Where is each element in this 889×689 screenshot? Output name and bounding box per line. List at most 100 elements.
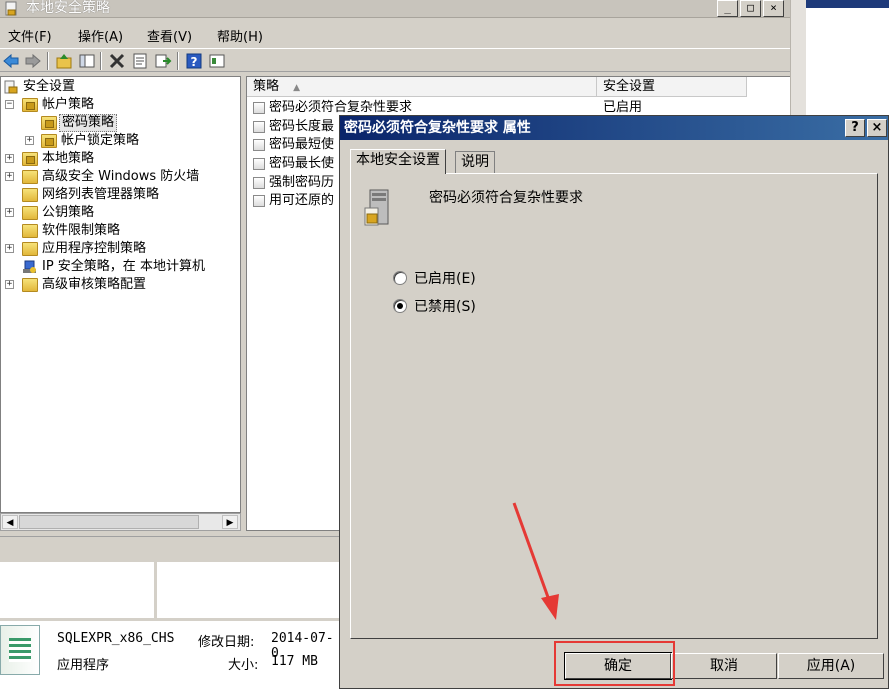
tree-label: 本地策略 (42, 151, 95, 166)
main-window-title: 本地安全策略 (26, 0, 110, 16)
help-icon[interactable]: ? (185, 52, 203, 70)
cancel-button[interactable]: 取消 (671, 653, 777, 679)
menu-bar: 文件(F) 操作(A) 查看(V) 帮助(H) (0, 22, 790, 45)
radio-enabled[interactable] (393, 271, 407, 285)
expand-icon[interactable]: + (5, 280, 14, 289)
dialog-title: 密码必须符合复杂性要求 属性 (344, 120, 531, 136)
folder-icon (22, 188, 38, 202)
size-label: 大小: (228, 658, 259, 673)
folder-icon (22, 224, 38, 238)
policy-icon (253, 121, 265, 133)
scroll-left-icon[interactable]: ◀ (2, 515, 18, 529)
folder-icon (22, 170, 38, 184)
toolbar-separator (47, 52, 49, 70)
collapse-icon[interactable]: − (5, 100, 14, 109)
folder-lock-icon (22, 152, 38, 166)
tree-label: 高级审核策略配置 (42, 277, 147, 292)
view-icon[interactable] (208, 52, 226, 70)
toolbar-separator (177, 52, 179, 70)
properties-dialog: 密码必须符合复杂性要求 属性 ? × 本地安全设置 说明 密码必须符合复杂性要求… (339, 115, 889, 689)
toolbar-separator (100, 52, 102, 70)
local-security-policy-app-icon (5, 1, 17, 16)
scroll-right-icon[interactable]: ▶ (222, 515, 238, 529)
modified-label: 修改日期: (198, 635, 255, 650)
menu-help[interactable]: 帮助(H) (217, 26, 263, 45)
show-hide-tree-icon[interactable] (78, 52, 96, 70)
security-policy-server-icon (364, 189, 389, 226)
background-window-titlebar (806, 0, 889, 8)
tree-label: 软件限制策略 (42, 223, 121, 238)
svg-text:?: ? (191, 55, 198, 69)
panel-divider (154, 562, 157, 618)
policy-name: 用可还原的 (269, 193, 335, 208)
explorer-details-panel: SQLEXPR_x86_CHS 修改日期: 2014-07-0 应用程序 大小:… (0, 562, 340, 689)
installer-file-icon[interactable] (0, 625, 40, 675)
toolbar: ? (0, 48, 790, 72)
apply-button[interactable]: 应用(A) (778, 653, 884, 679)
tab-panel (350, 173, 878, 639)
menu-view[interactable]: 查看(V) (147, 26, 192, 45)
tree-label: 安全设置 (23, 79, 76, 94)
security-settings-icon (4, 80, 18, 94)
policy-icon (253, 158, 265, 170)
dialog-title-bar[interactable]: 密码必须符合复杂性要求 属性 ? × (340, 116, 888, 140)
tree-label: 帐户锁定策略 (61, 133, 140, 148)
policy-name-label: 密码必须符合复杂性要求 (429, 190, 583, 206)
properties-icon[interactable] (131, 52, 149, 70)
expand-icon[interactable]: + (5, 244, 14, 253)
tree-label-selected: 密码策略 (59, 114, 118, 132)
folder-icon (22, 242, 38, 256)
radio-enabled-label[interactable]: 已启用(E) (414, 268, 476, 288)
policy-name: 密码长度最 (269, 119, 335, 134)
tree-label: 公钥策略 (42, 205, 95, 220)
tree-label: 高级安全 Windows 防火墙 (42, 169, 200, 184)
expand-icon[interactable]: + (25, 136, 34, 145)
folder-icon (22, 278, 38, 292)
column-header-policy[interactable]: 策略 ▲ (247, 77, 597, 97)
policy-icon (253, 139, 265, 151)
tab-explain[interactable]: 说明 (455, 151, 495, 173)
minimize-button[interactable]: _ (717, 0, 738, 17)
folder-lock-icon (22, 98, 38, 112)
help-question-button[interactable]: ? (845, 119, 865, 137)
tab-local-security-setting[interactable]: 本地安全设置 (350, 149, 446, 174)
annotation-arrow-icon (512, 502, 559, 620)
ip-security-icon (23, 260, 36, 273)
restore-button[interactable]: □ (740, 0, 761, 17)
tree-horizontal-scrollbar[interactable]: ◀ ▶ (0, 513, 241, 531)
export-list-icon[interactable] (154, 52, 172, 70)
menu-file[interactable]: 文件(F) (8, 26, 52, 45)
close-button[interactable]: × (763, 0, 784, 17)
policy-icon (253, 102, 265, 114)
tree-label: IP 安全策略，在 本地计算机 (42, 259, 205, 274)
forward-arrow-icon[interactable] (24, 52, 42, 70)
console-tree[interactable]: 安全设置 − 帐户策略 密码策略 + 帐户锁定策略 + 本地策略 + 高级安全 … (0, 76, 241, 513)
dialog-close-button[interactable]: × (867, 119, 887, 137)
radio-disabled-label[interactable]: 已禁用(S) (414, 296, 476, 316)
scroll-thumb[interactable] (19, 515, 199, 529)
up-folder-icon[interactable] (55, 52, 73, 70)
back-arrow-icon[interactable] (2, 52, 20, 70)
policy-name: 强制密码历 (269, 175, 335, 190)
radio-disabled[interactable] (393, 299, 407, 313)
expand-icon[interactable]: + (5, 154, 14, 163)
policy-icon (253, 177, 265, 189)
file-type: 应用程序 (57, 658, 110, 673)
size-value: 117 MB (271, 654, 318, 669)
annotation-highlight-box (554, 641, 675, 686)
folder-icon (22, 206, 38, 220)
expand-icon[interactable]: + (5, 208, 14, 217)
folder-lock-icon (41, 134, 57, 148)
policy-name: 密码最长使 (269, 156, 335, 171)
panel-divider (0, 618, 340, 621)
policy-icon (253, 195, 265, 207)
folder-lock-icon (41, 116, 57, 130)
column-header-label: 策略 (253, 79, 280, 94)
main-title-bar[interactable]: 本地安全策略 _ □ × (0, 0, 790, 18)
tree-label: 帐户策略 (42, 97, 95, 112)
expand-icon[interactable]: + (5, 172, 14, 181)
menu-action[interactable]: 操作(A) (78, 26, 123, 45)
sort-ascending-icon: ▲ (293, 83, 301, 93)
delete-icon[interactable] (108, 52, 126, 70)
column-header-security-setting[interactable]: 安全设置 (597, 77, 747, 97)
